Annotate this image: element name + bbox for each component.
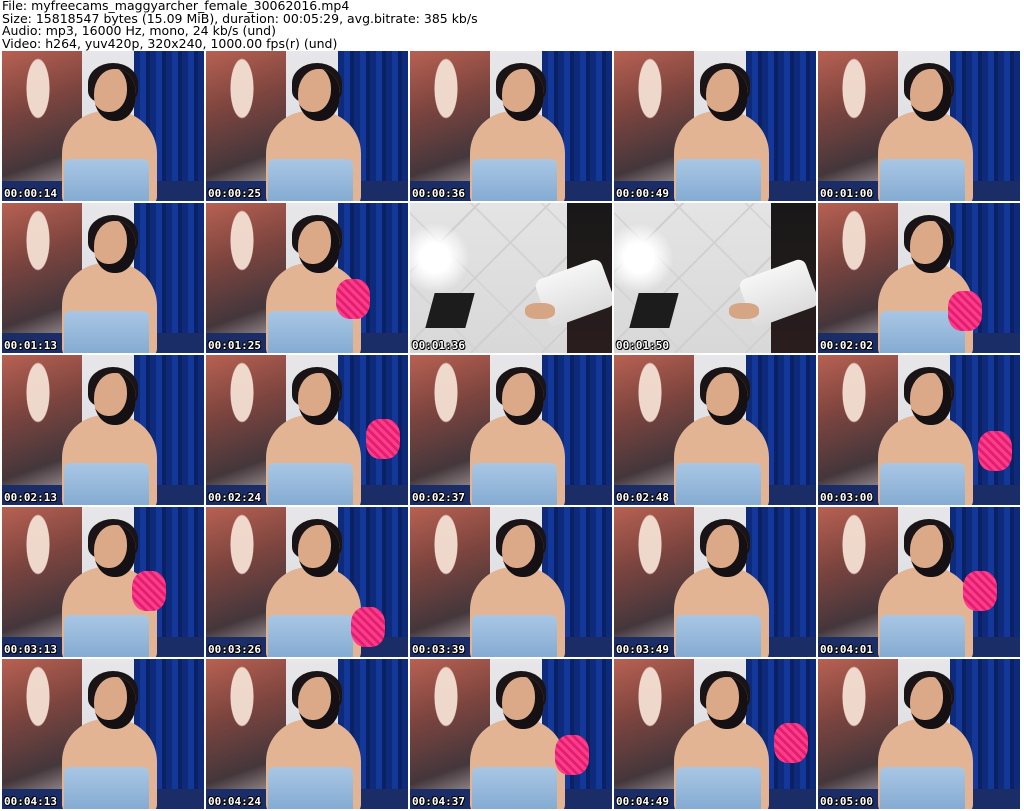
thumbnail-timestamp: 00:00:14 — [4, 187, 57, 200]
thumbnail-timestamp: 00:04:13 — [4, 795, 57, 808]
thumbnail-timestamp: 00:05:00 — [820, 795, 873, 808]
thumbnail-timestamp: 00:03:39 — [412, 643, 465, 656]
thumbnail-frame: 00:01:50 — [614, 203, 816, 353]
thumbnail-timestamp: 00:04:37 — [412, 795, 465, 808]
file-info-header: File: myfreecams_maggyarcher_female_3006… — [2, 0, 1022, 50]
video-info-line: Video: h264, yuv420p, 320x240, 1000.00 f… — [2, 35, 338, 51]
thumbnail-frame: 00:03:39 — [410, 507, 612, 657]
thumbnail-timestamp: 00:00:25 — [208, 187, 261, 200]
thumbnail-frame: 00:00:49 — [614, 51, 816, 201]
thumbnail-timestamp: 00:01:25 — [208, 339, 261, 352]
thumbnail-frame: 00:04:49 — [614, 659, 816, 809]
thumbnail-timestamp: 00:02:13 — [4, 491, 57, 504]
thumbnail-frame: 00:04:37 — [410, 659, 612, 809]
thumbnail-frame: 00:03:13 — [2, 507, 204, 657]
thumbnail-timestamp: 00:03:13 — [4, 643, 57, 656]
thumbnail-timestamp: 00:02:02 — [820, 339, 873, 352]
thumbnail-frame: 00:01:13 — [2, 203, 204, 353]
thumbnail-frame: 00:02:24 — [206, 355, 408, 505]
thumbnail-timestamp: 00:04:49 — [616, 795, 669, 808]
thumbnail-timestamp: 00:03:00 — [820, 491, 873, 504]
thumbnail-frame: 00:00:36 — [410, 51, 612, 201]
thumbnail-frame: 00:04:13 — [2, 659, 204, 809]
thumbnail-timestamp: 00:00:36 — [412, 187, 465, 200]
thumbnail-frame: 00:04:24 — [206, 659, 408, 809]
thumbnail-timestamp: 00:01:50 — [616, 339, 669, 352]
thumbnail-timestamp: 00:02:37 — [412, 491, 465, 504]
thumbnail-timestamp: 00:03:26 — [208, 643, 261, 656]
thumbnail-frame: 00:02:48 — [614, 355, 816, 505]
thumbnail-frame: 00:04:01 — [818, 507, 1020, 657]
thumbnail-timestamp: 00:00:49 — [616, 187, 669, 200]
thumbnail-frame: 00:03:49 — [614, 507, 816, 657]
thumbnail-frame: 00:01:25 — [206, 203, 408, 353]
thumbnail-timestamp: 00:01:00 — [820, 187, 873, 200]
thumbnail-timestamp: 00:01:13 — [4, 339, 57, 352]
thumbnail-frame: 00:03:26 — [206, 507, 408, 657]
thumbnail-timestamp: 00:02:24 — [208, 491, 261, 504]
thumbnail-frame: 00:02:02 — [818, 203, 1020, 353]
thumbnail-frame: 00:02:13 — [2, 355, 204, 505]
thumbnail-timestamp: 00:01:36 — [412, 339, 465, 352]
thumbnail-frame: 00:02:37 — [410, 355, 612, 505]
thumbnail-frame: 00:01:36 — [410, 203, 612, 353]
thumbnail-frame: 00:03:00 — [818, 355, 1020, 505]
thumbnail-timestamp: 00:02:48 — [616, 491, 669, 504]
thumbnail-frame: 00:05:00 — [818, 659, 1020, 809]
thumbnail-frame: 00:00:25 — [206, 51, 408, 201]
thumbnail-timestamp: 00:04:24 — [208, 795, 261, 808]
thumbnail-grid: 00:00:14 00:00:25 00:00:36 00:00:49 00:01:00… — [0, 50, 1024, 811]
thumbnail-timestamp: 00:04:01 — [820, 643, 873, 656]
thumbnail-frame: 00:00:14 — [2, 51, 204, 201]
thumbnail-frame: 00:01:00 — [818, 51, 1020, 201]
thumbnail-timestamp: 00:03:49 — [616, 643, 669, 656]
